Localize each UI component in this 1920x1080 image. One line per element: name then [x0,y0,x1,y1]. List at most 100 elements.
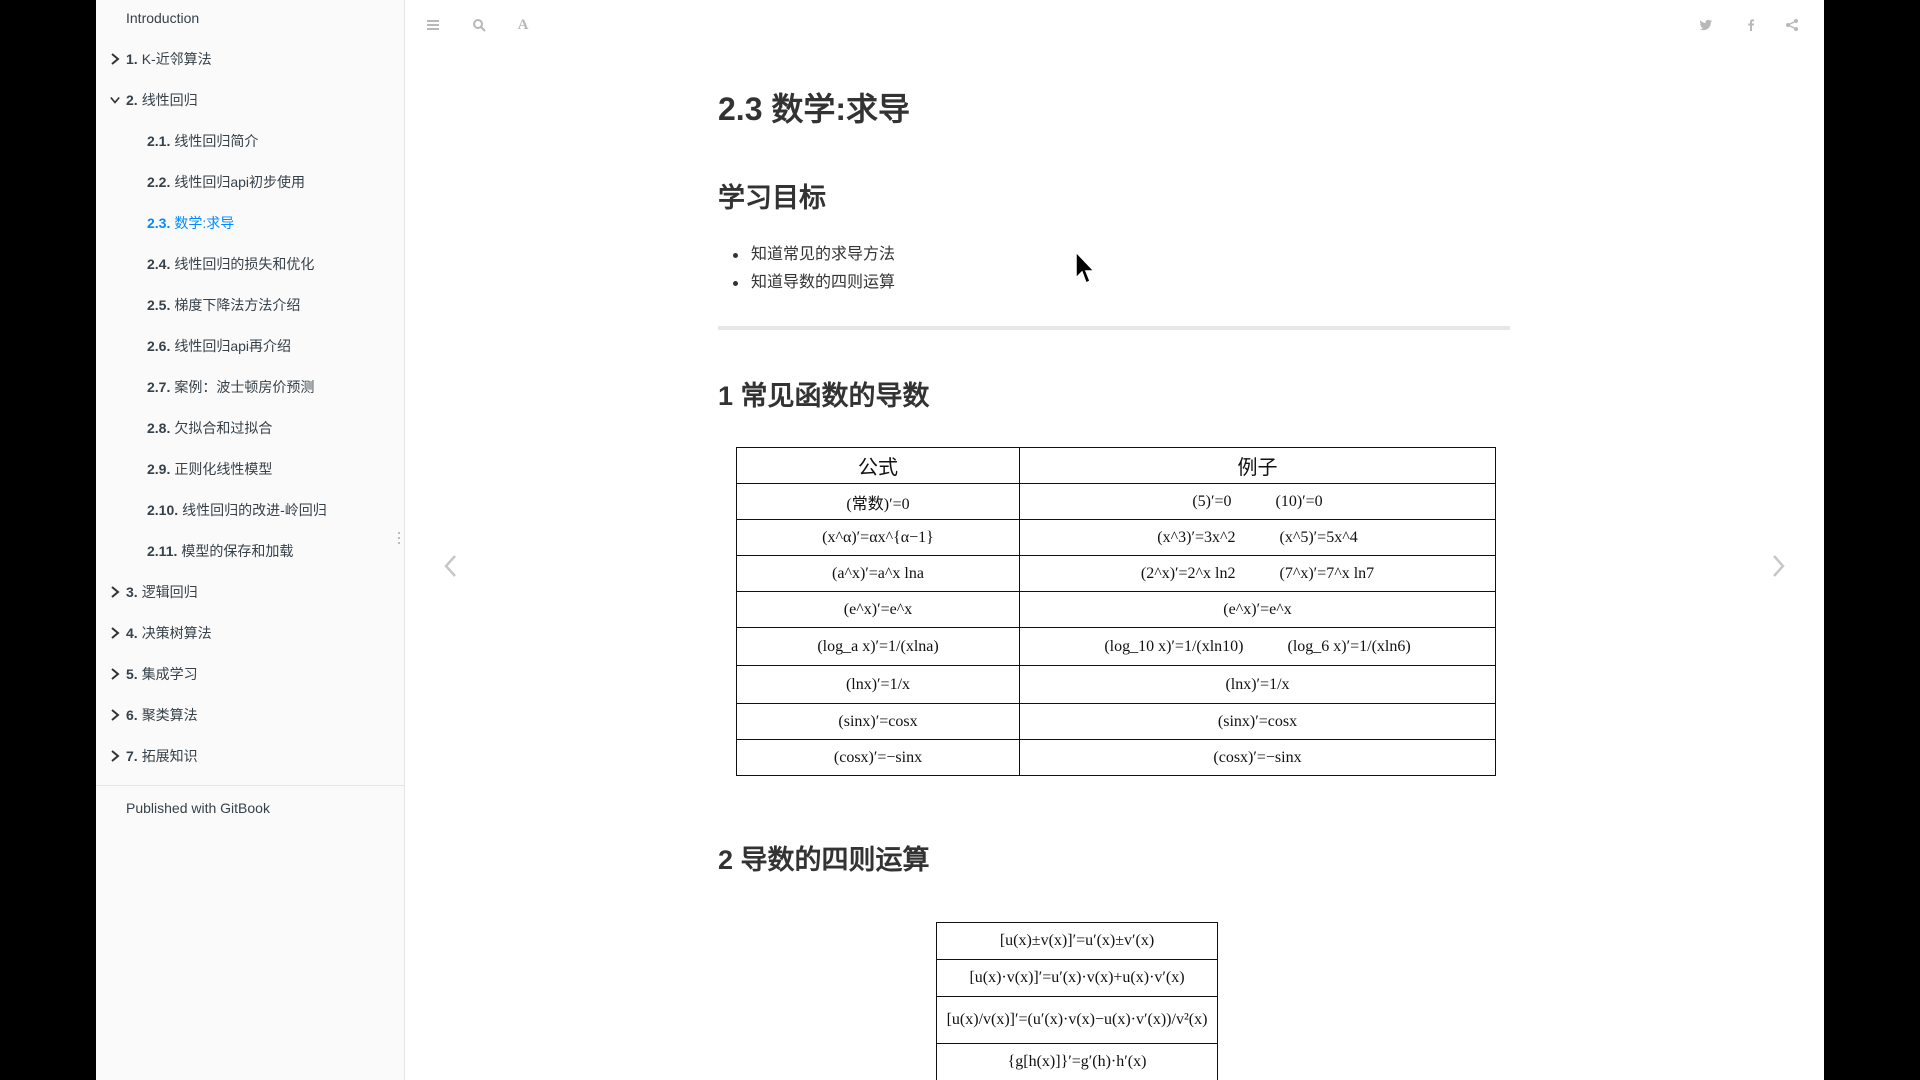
sidebar-item[interactable]: 1. K-近邻算法 [96,47,404,71]
sidebar-item[interactable]: 2.10. 线性回归的改进-岭回归 [96,498,404,522]
sidebar-item-label: 2.1. 线性回归简介 [147,129,258,153]
sidebar-item[interactable]: 2.2. 线性回归api初步使用 [96,170,404,194]
sidebar-item[interactable]: 5. 集成学习 [96,662,404,686]
sidebar-item[interactable]: 2.7. 案例：波士顿房价预测 [96,375,404,399]
menu-icon[interactable] [425,17,441,33]
sidebar-item-number: 2.3. [147,215,171,231]
sidebar-item-text: 正则化线性模型 [174,461,273,477]
sidebar-item-text: 线性回归简介 [174,133,259,149]
example-1: (e^x)′=e^x [1223,600,1292,618]
section1-heading: 1 常见函数的导数 [718,381,930,411]
rule-cell: [u(x)·v(x)]′=u′(x)·v(x)+u(x)·v′(x) [936,959,1218,997]
sidebar-divider [96,785,404,786]
table-header-example: 例子 [1019,447,1496,484]
sidebar-item-text: 梯度下降法方法介绍 [174,297,301,313]
sidebar-item-text: 线性回归的损失和优化 [174,256,315,272]
sidebar-item-text: 决策树算法 [141,625,212,641]
table-row: (e^x)′=e^x (e^x)′=e^x [736,591,1496,628]
sidebar-item-text: 线性回归api初步使用 [174,174,306,190]
example-2: (10)′=0 [1275,492,1323,510]
sidebar-item[interactable]: 2.4. 线性回归的损失和优化 [96,252,404,276]
sidebar-item-label: 2.8. 欠拟合和过拟合 [147,416,272,440]
chevron-right-icon[interactable] [108,580,122,604]
chevron-down-icon[interactable] [108,88,122,112]
sidebar-item[interactable]: 6. 聚类算法 [96,703,404,727]
sidebar-item-label: 2.10. 线性回归的改进-岭回归 [147,498,327,522]
sidebar-item-label: 2.11. 模型的保存和加载 [147,539,293,563]
goals-list: 知道常见的求导方法 知道导数的四则运算 [718,241,895,297]
sidebar-item-number: 6. [126,707,138,723]
sidebar-item[interactable]: 2.3. 数学:求导 [96,211,404,235]
sidebar-item[interactable]: 2.6. 线性回归api再介绍 [96,334,404,358]
sidebar-item-number: 2.9. [147,461,171,477]
derivative-table: 公式 例子 (常数)′=0 (5)′=0 (10)′=0 (x^α)′=αx^{α… [736,447,1496,776]
sidebar-item-label: 2.6. 线性回归api再介绍 [147,334,291,358]
sidebar-item-text: 逻辑回归 [141,584,198,600]
sidebar-item[interactable]: 2.9. 正则化线性模型 [96,457,404,481]
goal-item: 知道常见的求导方法 [718,241,895,269]
sidebar-item[interactable]: 2.11. 模型的保存和加载 [96,539,404,563]
sidebar-item[interactable]: 4. 决策树算法 [96,621,404,645]
example-cell: (sinx)′=cosx [1019,703,1496,740]
example-1: (cosx)′=−sinx [1213,748,1302,766]
sidebar-item-number: 1. [126,51,138,67]
sidebar-item-number: 2.8. [147,420,171,436]
sidebar-item-text: 模型的保存和加载 [181,543,294,559]
sidebar-resize-handle[interactable] [398,532,401,546]
sidebar-item-number: 2.11. [147,543,178,559]
example-cell: (cosx)′=−sinx [1019,739,1496,776]
formula-cell: (cosx)′=−sinx [736,739,1020,776]
previous-page-arrow[interactable] [439,552,463,580]
sidebar-item[interactable]: 2.1. 线性回归简介 [96,129,404,153]
sidebar-item-number: 4. [126,625,138,641]
twitter-icon[interactable] [1698,17,1714,33]
sidebar-item-number: 2.5. [147,297,171,313]
gitbook-window: Introduction 1. K-近邻算法 2. 线性回归 2.1. 线性回归简介 2.2.… [96,0,1824,1080]
chevron-right-icon[interactable] [108,47,122,71]
rule-cell: [u(x)/v(x)]′=(u′(x)·v(x)−u(x)·v′(x))/v²(… [936,996,1218,1044]
example-2: (log_6 x)′=1/(xln6) [1287,637,1411,655]
table-row: [u(x)·v(x)]′=u′(x)·v(x)+u(x)·v′(x) [936,959,1218,997]
chevron-right-icon[interactable] [108,621,122,645]
chevron-right-icon[interactable] [108,744,122,768]
font-settings-icon[interactable]: A [515,17,531,33]
sidebar-item[interactable]: 7. 拓展知识 [96,744,404,768]
chevron-right-icon[interactable] [108,662,122,686]
share-icon[interactable] [1784,17,1800,33]
search-icon[interactable] [471,17,487,33]
sidebar-item-text: 线性回归的改进-岭回归 [182,502,327,518]
sidebar-item-number: 2.4. [147,256,171,272]
chevron-left-icon [444,555,456,577]
sidebar-item-label: 4. 决策树算法 [126,621,212,645]
table-row: (sinx)′=cosx (sinx)′=cosx [736,703,1496,740]
example-1: (lnx)′=1/x [1225,675,1290,693]
horizontal-rule [718,326,1510,330]
published-with-gitbook-link[interactable]: Published with GitBook [126,800,270,816]
next-page-arrow[interactable] [1766,552,1790,580]
sidebar-item-number: 7. [126,748,138,764]
sidebar-item-text: 集成学习 [141,666,198,682]
facebook-icon[interactable] [1743,17,1759,33]
sidebar-item-label: 2.3. 数学:求导 [147,211,234,235]
table-row: [u(x)±v(x)]′=u′(x)±v′(x) [936,922,1218,960]
sidebar-item-label: Introduction [126,6,199,30]
example-cell: (e^x)′=e^x [1019,591,1496,628]
example-2: (7^x)′=7^x ln7 [1279,564,1375,582]
table-header-formula: 公式 [736,447,1020,484]
sidebar-item[interactable]: 2.8. 欠拟合和过拟合 [96,416,404,440]
sidebar-item[interactable]: 2. 线性回归 [96,88,404,112]
formula-cell: (x^α)′=αx^{α−1} [736,519,1020,556]
chevron-right-icon[interactable] [108,703,122,727]
example-cell: (lnx)′=1/x [1019,665,1496,704]
table-row: (lnx)′=1/x (lnx)′=1/x [736,665,1496,704]
sidebar-item[interactable]: 2.5. 梯度下降法方法介绍 [96,293,404,317]
goal-item: 知道导数的四则运算 [718,269,895,297]
sidebar-item-number: 2.7. [147,379,171,395]
sidebar-item-number: 2.1. [147,133,171,149]
sidebar-item-text: 数学:求导 [174,215,235,231]
example-cell: (x^3)′=3x^2 (x^5)′=5x^4 [1019,519,1496,556]
sidebar-item[interactable]: 3. 逻辑回归 [96,580,404,604]
table-row: {g[h(x)]}′=g′(h)·h′(x) [936,1043,1218,1080]
sidebar-item-label: 3. 逻辑回归 [126,580,198,604]
sidebar-item[interactable]: Introduction [96,6,404,30]
